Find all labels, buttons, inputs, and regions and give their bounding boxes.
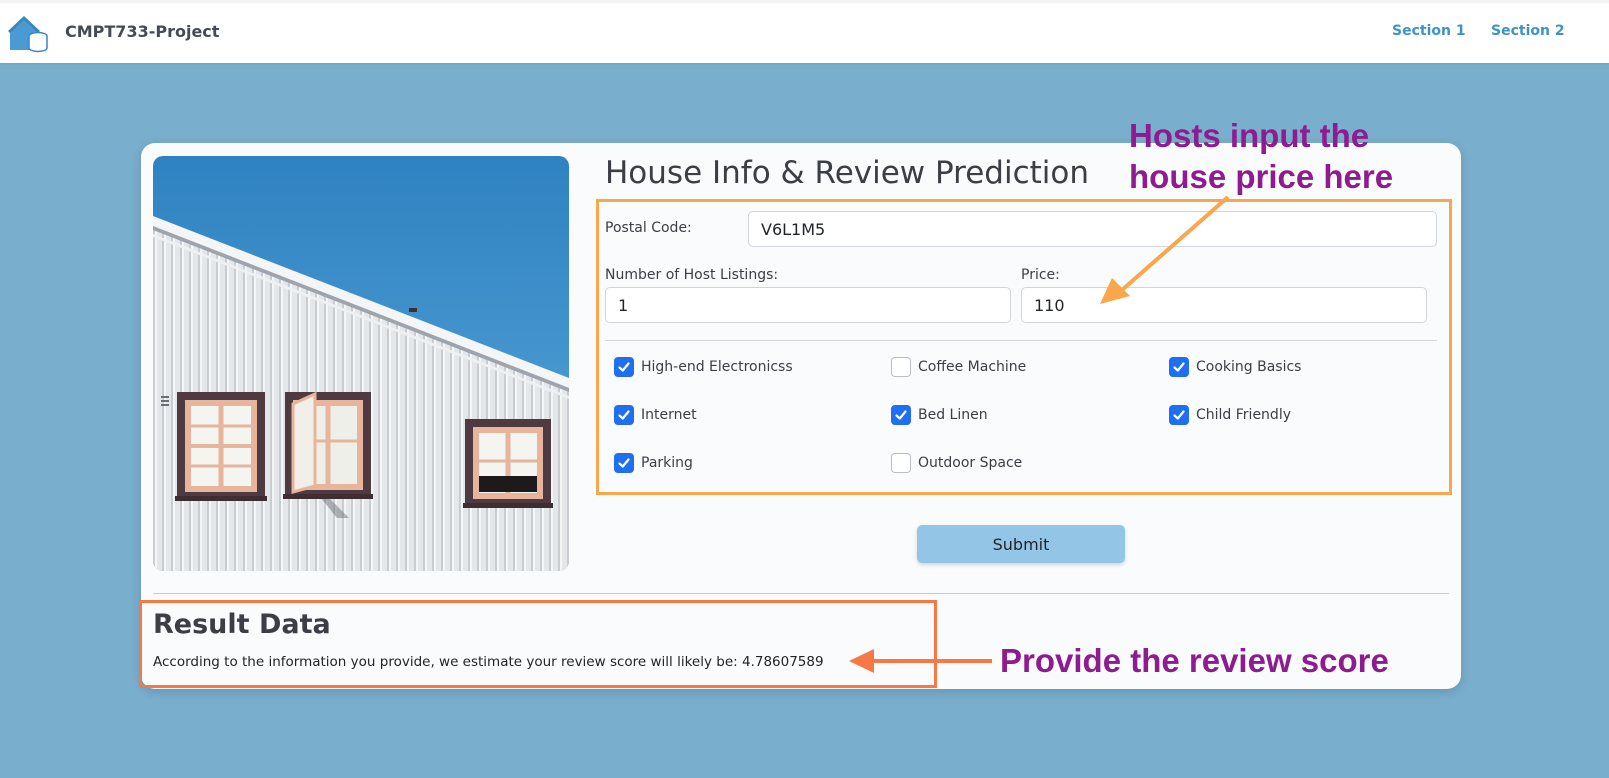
price-annotation: Hosts input the house price here	[1129, 115, 1393, 197]
form-title: House Info & Review Prediction	[605, 155, 1090, 191]
house-coins-icon[interactable]	[8, 12, 48, 54]
price-annotation-line-2: house price here	[1129, 158, 1394, 195]
form-highlight-box	[596, 199, 1452, 495]
nav-link-section-2[interactable]: Section 2	[1491, 23, 1565, 39]
nav-link-section-1[interactable]: Section 1	[1392, 23, 1466, 39]
price-annotation-line-1: Hosts input the	[1129, 117, 1370, 154]
house-photo	[153, 156, 569, 571]
result-highlight-box	[139, 600, 937, 688]
top-navbar: CMPT733-Project Section 1 Section 2	[0, 0, 1609, 63]
submit-button[interactable]: Submit	[917, 525, 1125, 563]
result-divider	[153, 593, 1449, 594]
brand-name[interactable]: CMPT733-Project	[65, 22, 219, 41]
score-annotation: Provide the review score	[1000, 642, 1389, 679]
